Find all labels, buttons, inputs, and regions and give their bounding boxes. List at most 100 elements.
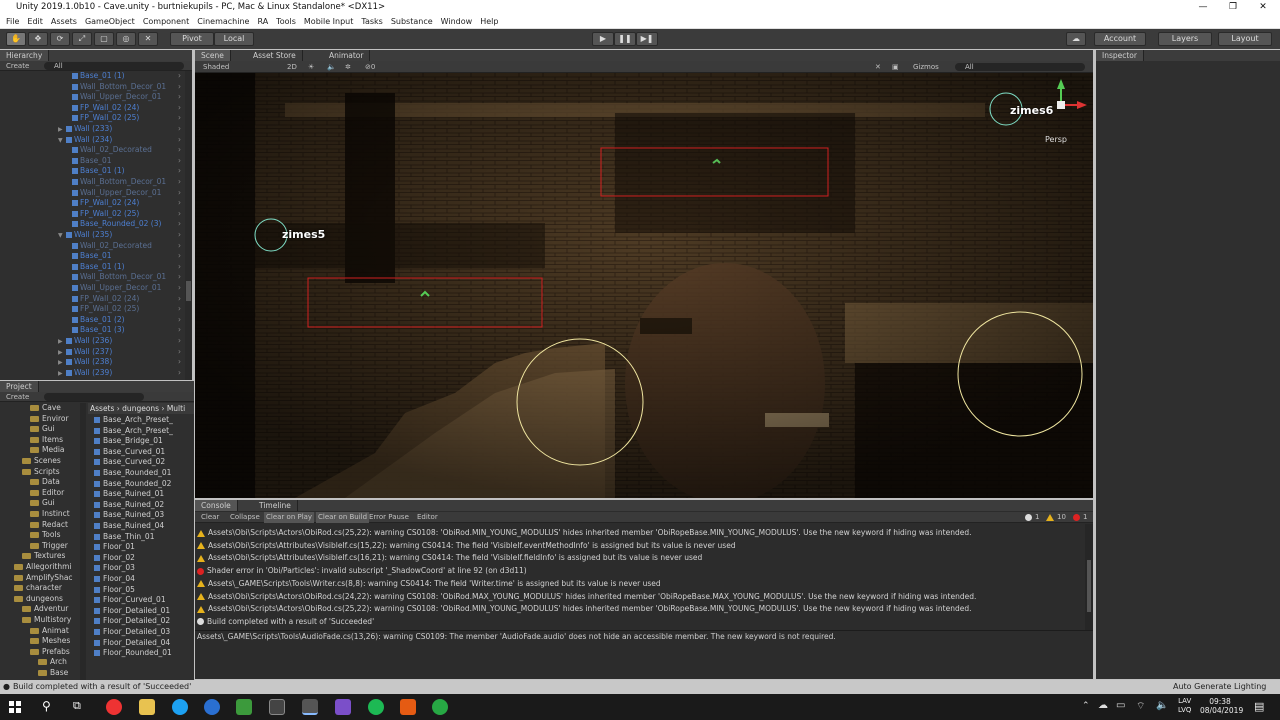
project-folder[interactable]: Tools — [30, 530, 60, 541]
hierarchy-item[interactable]: ▼ Wall (234) › — [58, 135, 181, 146]
menu-substance[interactable]: Substance — [391, 17, 433, 26]
project-asset[interactable]: Base_Ruined_01 — [94, 489, 164, 500]
pause-button[interactable]: ❚❚ — [614, 32, 636, 46]
chevron-right-icon[interactable]: › — [178, 156, 181, 167]
chevron-right-icon[interactable]: › — [178, 198, 181, 209]
scene-gizmo-axis-icon[interactable] — [1035, 75, 1091, 131]
hierarchy-item[interactable]: Base_01 › — [72, 251, 181, 262]
project-asset[interactable]: Base_Rounded_01 — [94, 468, 171, 479]
language-indicator[interactable]: LAV LVQ — [1178, 697, 1191, 715]
hierarchy-item[interactable]: ▶ Wall (237) › — [58, 347, 181, 358]
hierarchy-item[interactable]: Base_01 (2) › — [72, 315, 181, 326]
hierarchy-item[interactable]: Wall_02_Decorated › — [72, 241, 181, 252]
chevron-right-icon[interactable]: › — [178, 113, 181, 124]
project-folder[interactable]: Animat — [30, 626, 69, 637]
hierarchy-item[interactable]: FP_Wall_02 (25) › — [72, 209, 181, 220]
expand-arrow-icon[interactable]: ▶ — [58, 369, 66, 380]
menu-tasks[interactable]: Tasks — [361, 17, 382, 26]
chevron-right-icon[interactable]: › — [178, 347, 181, 358]
chevron-right-icon[interactable]: › — [178, 92, 181, 103]
hierarchy-item[interactable]: Wall_Upper_Decor_01 › — [72, 188, 181, 199]
menu-mobile-input[interactable]: Mobile Input — [304, 17, 354, 26]
hierarchy-item[interactable]: ▶ Wall (239) › — [58, 368, 181, 380]
hierarchy-item[interactable]: ▼ Wall (235) › — [58, 230, 181, 241]
tools-icon[interactable]: ✕ — [875, 61, 881, 73]
task-view-icon[interactable]: ⧉ — [73, 699, 81, 713]
tray-app-icon[interactable]: ☁ — [1098, 700, 1108, 711]
project-asset[interactable]: Base_Ruined_04 — [94, 521, 164, 532]
project-asset[interactable]: Floor_Curved_01 — [94, 595, 166, 606]
error-count[interactable]: 1 — [1083, 513, 1087, 521]
hierarchy-item[interactable]: FP_Wall_02 (24) › — [72, 294, 181, 305]
layout-dropdown[interactable]: Layout — [1218, 32, 1272, 46]
console-error-pause-button[interactable]: Error Pause — [369, 512, 409, 523]
chevron-right-icon[interactable]: › — [178, 241, 181, 252]
project-create-dropdown[interactable]: Create — [6, 393, 29, 401]
project-asset[interactable]: Base_Curved_01 — [94, 447, 165, 458]
tab-project[interactable]: Project — [0, 381, 39, 392]
hierarchy-item[interactable]: Base_01 › — [72, 156, 181, 167]
local-toggle[interactable]: Local — [214, 32, 254, 46]
projection-label[interactable]: Persp — [1045, 135, 1067, 144]
minimize-icon[interactable]: — — [1188, 0, 1218, 15]
console-clear-on-play-toggle[interactable]: Clear on Play — [264, 512, 315, 523]
effects-icon[interactable]: ✲ — [345, 61, 351, 73]
volume-icon[interactable]: 🔈 — [1156, 700, 1168, 711]
step-button[interactable]: ▶❚ — [636, 32, 658, 46]
menu-cinemachine[interactable]: Cinemachine — [197, 17, 249, 26]
project-asset[interactable]: Floor_Detailed_04 — [94, 638, 170, 649]
spotify-icon[interactable] — [368, 699, 384, 715]
project-folder[interactable]: Media — [30, 445, 65, 456]
notepad-icon[interactable] — [236, 699, 252, 715]
notifications-icon[interactable]: ▤ — [1254, 700, 1264, 713]
project-folder[interactable]: dungeons — [14, 594, 63, 605]
clock[interactable]: 09:38 08/04/2019 — [1200, 697, 1243, 715]
hierarchy-item[interactable]: Base_01 (1) › — [72, 262, 181, 273]
project-asset[interactable]: Base_Thin_01 — [94, 532, 154, 543]
rect-tool-icon[interactable]: ▢ — [94, 32, 114, 46]
project-asset[interactable]: Floor_04 — [94, 574, 135, 585]
chevron-right-icon[interactable]: › — [178, 315, 181, 326]
project-asset[interactable]: Floor_02 — [94, 553, 135, 564]
info-count[interactable]: 1 — [1035, 513, 1039, 521]
hidden-objects-icon[interactable]: ⊘0 — [365, 61, 375, 73]
transform-tool-icon[interactable]: ◎ — [116, 32, 136, 46]
menu-tools[interactable]: Tools — [276, 17, 296, 26]
tray-chevron-icon[interactable]: ⌃ — [1082, 701, 1090, 711]
menu-edit[interactable]: Edit — [27, 17, 43, 26]
tab-animator[interactable]: Animator — [323, 50, 371, 61]
wifi-icon[interactable]: ⌔ — [1136, 700, 1145, 713]
project-folder[interactable]: Multistory — [22, 615, 71, 626]
hierarchy-scrollbar[interactable] — [185, 71, 192, 380]
project-folder[interactable]: Trigger — [30, 541, 68, 552]
project-asset[interactable]: Base_Ruined_03 — [94, 510, 164, 521]
tab-scene[interactable]: Scene — [195, 50, 231, 61]
lighting-icon[interactable]: ☀ — [308, 61, 314, 73]
hierarchy-item[interactable]: Wall_Upper_Decor_01 › — [72, 283, 181, 294]
blender-icon[interactable] — [400, 699, 416, 715]
chevron-right-icon[interactable]: › — [178, 124, 181, 135]
chevron-right-icon[interactable]: › — [178, 368, 181, 379]
hierarchy-item[interactable]: FP_Wall_02 (25) › — [72, 304, 181, 315]
hierarchy-search-input[interactable]: All — [44, 62, 184, 70]
hierarchy-item[interactable]: Base_01 (1) › — [72, 166, 181, 177]
console-log-entry[interactable]: Assets\Obi\Scripts\Actors\ObiRod.cs(25,2… — [197, 527, 971, 540]
console-clear-button[interactable]: Clear — [201, 512, 219, 523]
hierarchy-item[interactable]: FP_Wall_02 (24) › — [72, 103, 181, 114]
menu-assets[interactable]: Assets — [51, 17, 77, 26]
menu-window[interactable]: Window — [441, 17, 473, 26]
chevron-right-icon[interactable]: › — [178, 145, 181, 156]
warning-count[interactable]: 10 — [1057, 513, 1066, 521]
project-folder[interactable]: Meshes — [30, 636, 70, 647]
project-folder[interactable]: Scenes — [22, 456, 61, 467]
hierarchy-item[interactable]: Wall_Bottom_Decor_01 › — [72, 272, 181, 283]
project-folder[interactable]: character — [14, 583, 62, 594]
tab-hierarchy[interactable]: Hierarchy — [0, 50, 50, 61]
chevron-right-icon[interactable]: › — [178, 71, 181, 82]
chevron-right-icon[interactable]: › — [178, 166, 181, 177]
project-folder[interactable]: Instinct — [30, 509, 70, 520]
chevron-right-icon[interactable]: › — [178, 82, 181, 93]
unity-hub-icon[interactable] — [269, 699, 285, 715]
scene-search-input[interactable]: All — [955, 63, 1085, 71]
console-log-entry[interactable]: Assets\Obi\Scripts\Attributes\VisibleIf.… — [197, 552, 702, 565]
